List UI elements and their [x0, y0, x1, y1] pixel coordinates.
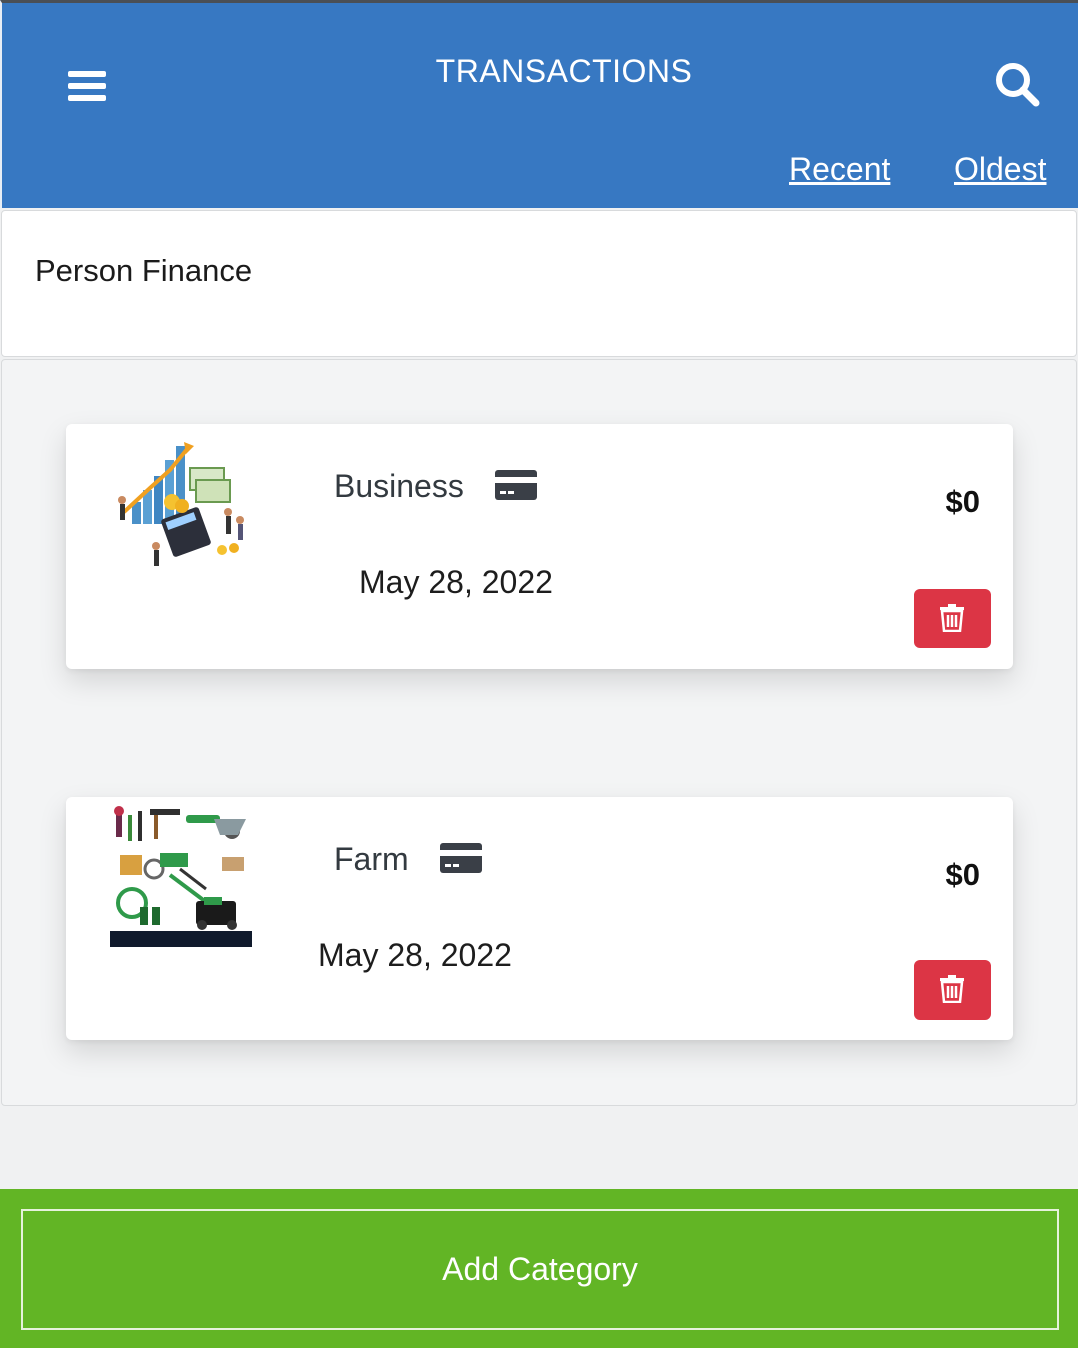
category-name: Farm [334, 841, 409, 877]
delete-button[interactable] [914, 960, 991, 1020]
sort-recent-link[interactable]: Recent [789, 151, 890, 188]
category-amount: $0 [945, 484, 980, 519]
sort-oldest-link[interactable]: Oldest [954, 151, 1046, 188]
credit-card-icon [495, 470, 537, 500]
category-card-business[interactable]: Business $0 May 28, 2022 [66, 424, 1013, 669]
finance-title: Person Finance [35, 253, 253, 288]
category-amount: $0 [945, 857, 980, 892]
category-card-farm[interactable]: Farm $0 May 28, 2022 [66, 797, 1013, 1040]
page-title: TRANSACTIONS [435, 53, 693, 89]
farm-tools-illustration [110, 805, 252, 947]
finance-panel: Person Finance [1, 210, 1077, 357]
category-date: May 28, 2022 [318, 937, 512, 973]
add-category-button[interactable]: Add Category [21, 1209, 1059, 1330]
footer-bar: Add Category [0, 1189, 1078, 1348]
app-header: TRANSACTIONS Recent Oldest [0, 0, 1078, 208]
category-date: May 28, 2022 [359, 564, 553, 600]
category-name: Business [334, 468, 464, 504]
trash-icon [940, 975, 964, 1003]
business-illustration [118, 442, 244, 566]
delete-button[interactable] [914, 589, 991, 648]
credit-card-icon [440, 843, 482, 873]
search-icon[interactable] [994, 61, 1042, 109]
trash-icon [940, 604, 964, 632]
